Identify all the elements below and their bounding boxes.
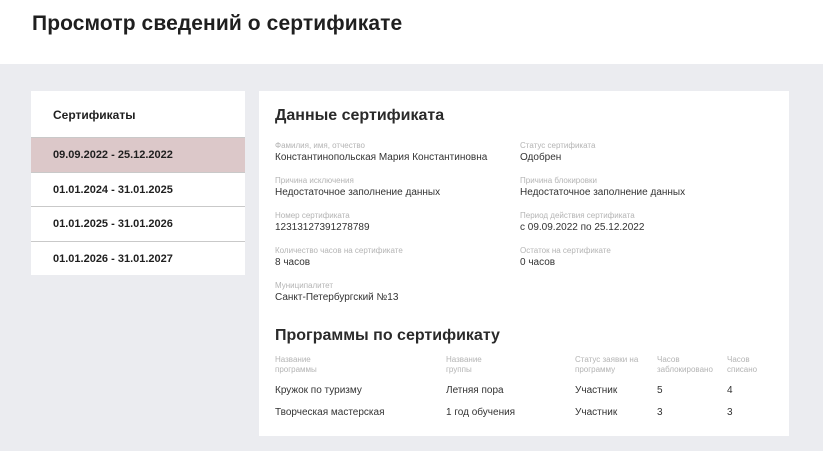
column-header-spent-hours: Часов списано: [727, 355, 757, 375]
column-header-line: Часов: [727, 355, 750, 364]
details-title: Данные сертификата: [275, 107, 445, 124]
exclusion-reason-field: Причина исключения Недостаточное заполне…: [275, 175, 440, 200]
table-cell-program: Кружок по туризму: [275, 385, 362, 396]
column-header-blocked-hours: Часов заблокировано: [657, 355, 713, 375]
exclusion-reason-value: Недостаточное заполнение данных: [275, 187, 441, 198]
status-value: Одобрен: [520, 152, 562, 163]
column-header-line: группы: [446, 365, 472, 374]
table-cell-program: Творческая мастерская: [275, 407, 385, 418]
validity-period-field: Период действия сертификата с 09.09.2022…: [520, 210, 644, 235]
column-header-program: Название программы: [275, 355, 317, 375]
column-header-line: Часов: [657, 355, 680, 364]
column-header-line: Название: [446, 355, 482, 364]
sidebar-title: Сертификаты: [53, 108, 136, 122]
hours-value: 8 часов: [275, 257, 311, 268]
exclusion-reason-label: Причина исключения: [275, 176, 354, 185]
full-name-label: Фамилия, имя, отчество: [275, 141, 365, 150]
remaining-label: Остаток на сертификате: [520, 246, 611, 255]
block-reason-label: Причина блокировки: [520, 176, 597, 185]
municipality-field: Муниципалитет Санкт-Петербургский №13: [275, 280, 398, 305]
validity-period-label: Период действия сертификата: [520, 211, 635, 220]
page-title: Просмотр сведений о сертификате: [32, 12, 403, 35]
programs-title: Программы по сертификату: [275, 327, 500, 344]
validity-period-value: с 09.09.2022 по 25.12.2022: [520, 222, 645, 233]
status-label: Статус сертификата: [520, 141, 596, 150]
hours-label: Количество часов на сертификате: [275, 246, 403, 255]
certificate-item-3[interactable]: 01.01.2025 - 31.01.2026: [31, 206, 245, 241]
table-cell-status: Участник: [575, 407, 618, 418]
certificate-item-2[interactable]: 01.01.2024 - 31.01.2025: [31, 171, 245, 207]
table-cell-blocked: 3: [657, 407, 663, 418]
full-name-field: Фамилия, имя, отчество Константинопольск…: [275, 140, 487, 165]
table-cell-status: Участник: [575, 385, 618, 396]
certificates-sidebar: Сертификаты 09.09.2022 - 25.12.2022 01.0…: [31, 91, 245, 275]
column-header-line: Название: [275, 355, 311, 364]
municipality-value: Санкт-Петербургский №13: [275, 292, 399, 303]
remaining-value: 0 часов: [520, 257, 556, 268]
table-cell-spent: 4: [727, 385, 733, 396]
column-header-line: программы: [275, 365, 317, 374]
status-field: Статус сертификата Одобрен: [520, 140, 595, 165]
certificate-number-field: Номер сертификата 12313127391278789: [275, 210, 370, 235]
certificate-number-label: Номер сертификата: [275, 211, 350, 220]
table-cell-blocked: 5: [657, 385, 663, 396]
table-cell-spent: 3: [727, 407, 733, 418]
column-header-line: заблокировано: [657, 365, 713, 374]
column-header-line: списано: [727, 365, 758, 374]
column-header-group: Название группы: [446, 355, 482, 375]
certificate-number-value: 12313127391278789: [275, 222, 370, 233]
column-header-line: Статус заявки на: [575, 355, 639, 364]
remaining-field: Остаток на сертификате 0 часов: [520, 245, 611, 270]
top-header: Просмотр сведений о сертификате: [0, 0, 823, 64]
block-reason-field: Причина блокировки Недостаточное заполне…: [520, 175, 685, 200]
table-cell-group: Летняя пора: [446, 385, 504, 396]
full-name-value: Константинопольская Мария Константиновна: [275, 152, 488, 163]
municipality-label: Муниципалитет: [275, 281, 334, 290]
column-header-line: программу: [575, 365, 616, 374]
certificate-item-4[interactable]: 01.01.2026 - 31.01.2027: [31, 240, 245, 276]
column-header-status: Статус заявки на программу: [575, 355, 638, 375]
hours-field: Количество часов на сертификате 8 часов: [275, 245, 403, 270]
block-reason-value: Недостаточное заполнение данных: [520, 187, 686, 198]
certificate-details-panel: Данные сертификата Фамилия, имя, отчеств…: [259, 91, 789, 436]
table-cell-group: 1 год обучения: [446, 407, 516, 418]
certificate-item-1[interactable]: 09.09.2022 - 25.12.2022: [31, 137, 245, 172]
